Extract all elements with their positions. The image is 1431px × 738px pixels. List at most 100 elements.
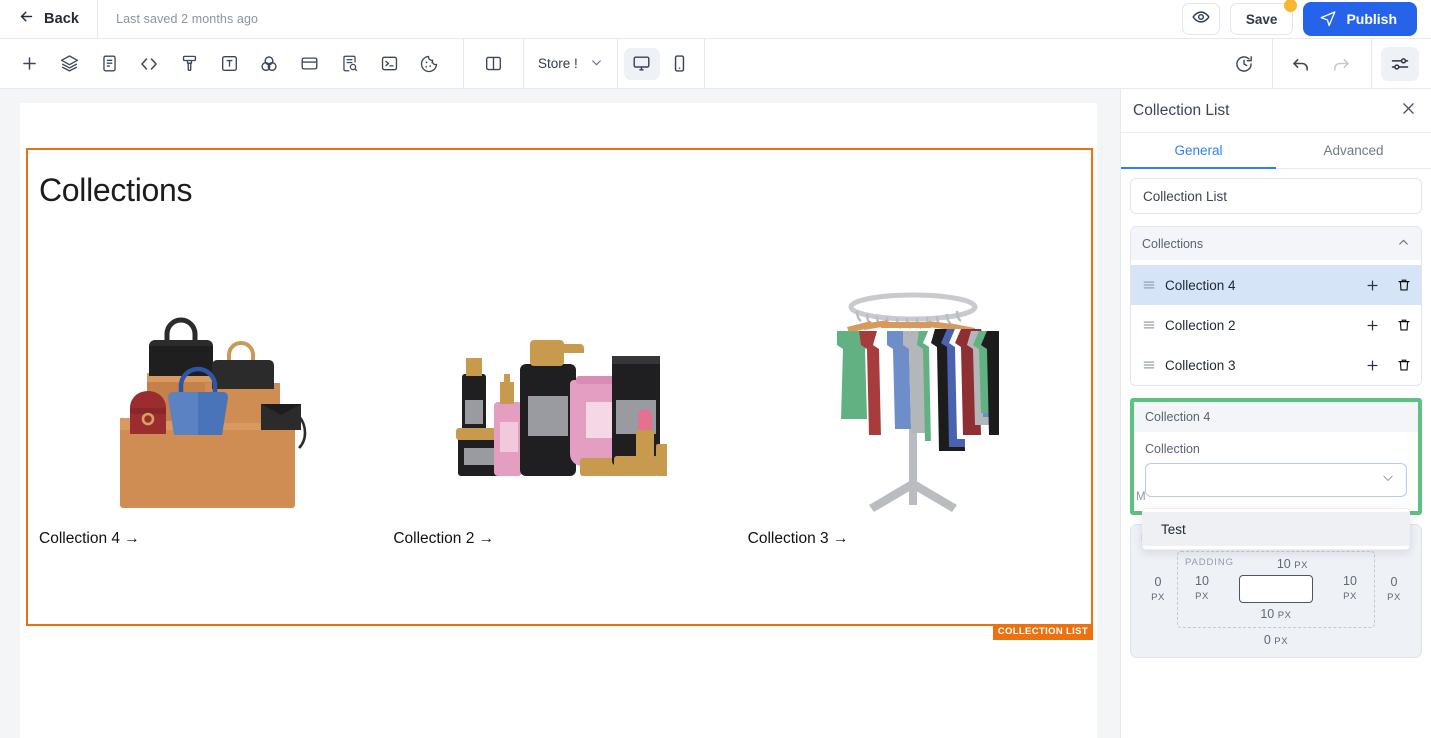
- card-icon[interactable]: [290, 47, 328, 81]
- cosmetics-illustration: [452, 218, 667, 518]
- top-bar-actions: Save Publish: [1181, 0, 1431, 36]
- collection-card-label[interactable]: Collection 3 →: [737, 530, 849, 548]
- collection-cards: Collection 4 → Collection 2 → Collection…: [28, 218, 1091, 548]
- list-item-label: Collection 2: [1165, 317, 1236, 333]
- trash-icon[interactable]: [1397, 358, 1411, 372]
- collection-select-dropdown[interactable]: Test: [1142, 508, 1410, 550]
- save-label: Save: [1245, 11, 1278, 27]
- selection-badge: COLLECTION LIST: [992, 624, 1093, 640]
- arrow-left-icon: [18, 8, 35, 30]
- section-title: Collections: [39, 172, 193, 208]
- chevron-down-icon: [1381, 471, 1395, 490]
- collections-list: Collection 4 Collection 2 Collection 3: [1131, 260, 1421, 385]
- drag-handle-icon[interactable]: [1142, 358, 1156, 372]
- collection-list-section[interactable]: Collections Collection 4 → Collection 2 …: [26, 148, 1093, 640]
- toolbar-divider: [703, 38, 705, 89]
- unsaved-changes-badge: [1284, 0, 1298, 12]
- clothing-rack-illustration: [829, 218, 999, 518]
- back-label: Back: [44, 11, 80, 27]
- split-view-icon[interactable]: [474, 47, 512, 81]
- toolbar-left-group: [0, 47, 449, 81]
- layers-icon[interactable]: [50, 47, 88, 81]
- desktop-icon[interactable]: [623, 47, 660, 80]
- canvas-area[interactable]: Collections Collection 4 → Collection 2 …: [0, 89, 1120, 738]
- top-bar: Back Last saved 2 months ago Save Publis…: [0, 0, 1431, 39]
- padding-right-value[interactable]: 10 PX: [1333, 574, 1367, 604]
- padding-left-value[interactable]: 10 PX: [1185, 574, 1219, 604]
- undo-icon[interactable]: [1282, 47, 1320, 81]
- collection-card-label[interactable]: Collection 2 →: [382, 530, 494, 548]
- content-box: [1239, 575, 1313, 603]
- plus-icon[interactable]: [1365, 358, 1380, 373]
- toolbar-right-group: [1215, 38, 1431, 89]
- list-item-actions: [1365, 278, 1411, 293]
- panel-tabs: General Advanced: [1121, 133, 1431, 169]
- page-icon[interactable]: [90, 47, 128, 81]
- margin-left-value[interactable]: 0 PX: [1141, 575, 1175, 605]
- page-preview[interactable]: Collections Collection 4 → Collection 2 …: [20, 103, 1097, 738]
- brush-icon[interactable]: [170, 47, 208, 81]
- store-selector[interactable]: Store !: [524, 47, 617, 81]
- terminal-icon[interactable]: [370, 47, 408, 81]
- collection-card[interactable]: Collection 3 →: [737, 218, 1091, 548]
- text-icon[interactable]: [210, 47, 248, 81]
- collection-card-label[interactable]: Collection 4 →: [28, 530, 140, 548]
- list-item[interactable]: Collection 3: [1131, 345, 1421, 385]
- list-item-actions: [1365, 358, 1411, 373]
- store-label: Store !: [538, 56, 578, 71]
- redo-icon[interactable]: [1322, 47, 1360, 81]
- collection-select[interactable]: [1145, 463, 1407, 497]
- padding-bottom-value[interactable]: 10 PX: [1185, 607, 1367, 621]
- collection-field-label: Collection: [1145, 442, 1200, 456]
- settings-panel: Collection List General Advanced Collect…: [1120, 89, 1431, 738]
- tab-general[interactable]: General: [1121, 133, 1276, 169]
- toolbar-divider: [1272, 38, 1273, 89]
- mobile-icon[interactable]: [662, 48, 698, 80]
- obscured-margin-label: M: [1136, 491, 1146, 503]
- drag-handle-icon[interactable]: [1142, 318, 1156, 332]
- sliders-icon[interactable]: [1381, 46, 1419, 81]
- collection-card[interactable]: Collection 2 →: [382, 218, 736, 548]
- padding-top-value[interactable]: 10 PX: [1218, 557, 1367, 571]
- seo-inspect-icon[interactable]: [330, 47, 368, 81]
- list-item[interactable]: Collection 4: [1131, 265, 1421, 305]
- preview-button[interactable]: [1181, 3, 1220, 35]
- plus-icon[interactable]: [1365, 318, 1380, 333]
- padding-box[interactable]: PADDING 10 PX 10 PX 10 PX 10 PX: [1177, 551, 1375, 628]
- plus-icon[interactable]: [1365, 278, 1380, 293]
- publish-button[interactable]: Publish: [1303, 2, 1417, 36]
- trash-icon[interactable]: [1397, 278, 1411, 292]
- add-icon[interactable]: [10, 47, 48, 81]
- panel-body: Collection List Collections Collection 4: [1121, 169, 1431, 550]
- collections-accordion: Collections Collection 4 Collection 2 Co…: [1130, 226, 1422, 386]
- collection-card[interactable]: Collection 4 →: [28, 218, 382, 548]
- dropdown-option-test[interactable]: Test: [1143, 512, 1409, 546]
- list-item-label: Collection 3: [1165, 357, 1236, 373]
- chevron-down-icon: [590, 56, 603, 72]
- code-icon[interactable]: [130, 47, 168, 81]
- tab-advanced[interactable]: Advanced: [1276, 133, 1431, 168]
- drag-handle-icon[interactable]: [1142, 278, 1156, 292]
- panel-header: Collection List: [1121, 89, 1431, 133]
- collection-detail-body: Collection M: [1134, 432, 1418, 511]
- list-item-label: Collection 4: [1165, 277, 1236, 293]
- cookie-icon[interactable]: [410, 47, 448, 81]
- back-button[interactable]: Back: [0, 0, 97, 39]
- color-blend-icon[interactable]: [250, 47, 288, 81]
- editor-body: Collections Collection 4 → Collection 2 …: [0, 89, 1431, 738]
- save-button[interactable]: Save: [1229, 0, 1298, 35]
- element-name-input[interactable]: Collection List: [1130, 178, 1422, 214]
- toolbar-divider: [463, 38, 464, 89]
- list-item[interactable]: Collection 2: [1131, 305, 1421, 345]
- trash-icon[interactable]: [1397, 318, 1411, 332]
- panel-title: Collection List: [1133, 101, 1230, 119]
- list-item-actions: [1365, 318, 1411, 333]
- viewport-toggle: [618, 47, 704, 80]
- close-icon[interactable]: [1400, 100, 1417, 122]
- margin-bottom-value[interactable]: 0 PX: [1141, 633, 1411, 647]
- collection-detail-box: Collection 4 Collection M Test: [1130, 398, 1422, 550]
- collections-accordion-label: Collections: [1142, 236, 1204, 251]
- history-icon[interactable]: [1225, 47, 1263, 81]
- margin-right-value[interactable]: 0 PX: [1377, 575, 1411, 605]
- collections-accordion-header[interactable]: Collections: [1131, 227, 1421, 260]
